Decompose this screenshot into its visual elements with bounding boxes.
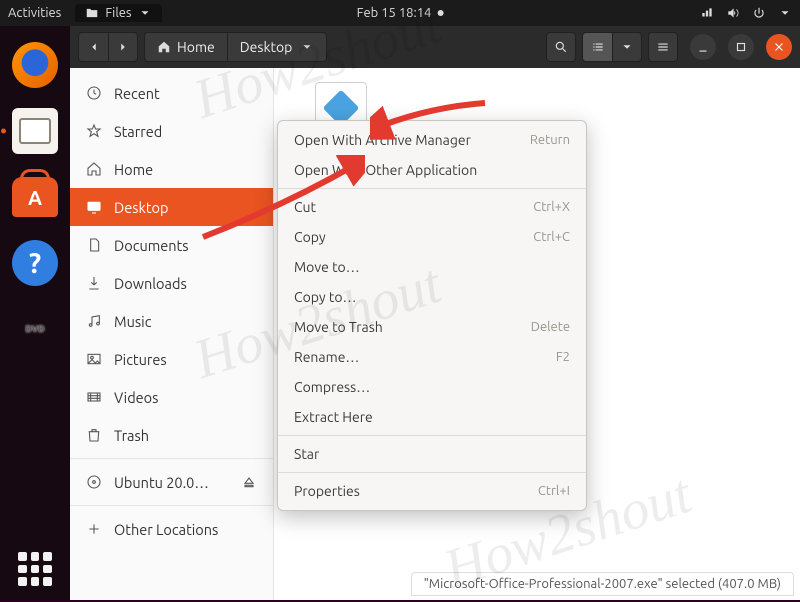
ctx-move-to-trash[interactable]: Move to TrashDelete [278,312,586,342]
network-icon [700,6,714,20]
volume-icon [726,6,740,20]
ctx-properties[interactable]: PropertiesCtrl+I [278,476,586,506]
ctx-star[interactable]: Star [278,439,586,469]
sidebar-item-home[interactable]: Home [70,150,273,188]
power-icon [752,6,766,20]
sidebar-item-pictures[interactable]: Pictures [70,340,273,378]
ctx-rename[interactable]: Rename…F2 [278,342,586,372]
ctx-extract-here[interactable]: Extract Here [278,402,586,432]
chevron-down-icon [778,6,792,20]
search-button[interactable] [546,32,576,62]
firefox-icon [12,42,58,88]
sidebar-item-videos[interactable]: Videos [70,378,273,416]
path-segment-home[interactable]: Home [144,32,228,62]
back-button[interactable] [78,32,108,62]
path-segment-desktop[interactable]: Desktop [228,32,328,62]
eject-icon[interactable] [241,474,257,490]
ctx-open-archive-manager[interactable]: Open With Archive ManagerReturn [278,125,586,155]
close-button[interactable] [766,34,792,60]
sidebar-item-documents[interactable]: Documents [70,226,273,264]
files-icon [12,108,58,154]
sidebar-item-music[interactable]: Music [70,302,273,340]
view-dropdown-button[interactable] [612,32,642,62]
app-menu-files[interactable]: Files [75,4,161,22]
dock-dvd[interactable]: DVD [10,304,60,354]
dock-files[interactable] [10,106,60,156]
dock-firefox[interactable] [10,40,60,90]
show-applications[interactable] [0,552,70,586]
places-sidebar: Recent Starred Home Desktop Documents Do… [70,68,274,600]
context-menu: Open With Archive ManagerReturn Open Wit… [277,120,587,511]
ctx-open-with-other[interactable]: Open With Other Application [278,155,586,185]
maximize-button[interactable] [728,34,754,60]
status-bar: "Microsoft-Office-Professional-2007.exe"… [411,572,794,596]
hamburger-menu-button[interactable] [648,32,678,62]
ctx-compress[interactable]: Compress… [278,372,586,402]
dock-software[interactable]: A [10,172,60,222]
sidebar-item-desktop[interactable]: Desktop [70,188,273,226]
dock-help[interactable]: ? [10,238,60,288]
sidebar-item-ubuntu-disc[interactable]: Ubuntu 20.0… [70,463,273,501]
minimize-button[interactable] [690,34,716,60]
ctx-copy[interactable]: CopyCtrl+C [278,222,586,252]
system-status-area[interactable] [700,6,792,20]
sidebar-item-starred[interactable]: Starred [70,112,273,150]
software-icon: A [12,177,58,217]
header-bar: Home Desktop [70,26,800,68]
dvd-icon: DVD [12,306,58,352]
path-bar: Home Desktop [144,32,327,62]
help-icon: ? [12,240,58,286]
ctx-move-to[interactable]: Move to… [278,252,586,282]
sidebar-item-downloads[interactable]: Downloads [70,264,273,302]
ctx-cut[interactable]: CutCtrl+X [278,192,586,222]
ubuntu-dock: A ? DVD [0,26,70,600]
view-list-button[interactable] [582,32,612,62]
sidebar-item-recent[interactable]: Recent [70,74,273,112]
sidebar-item-other-locations[interactable]: Other Locations [70,510,273,548]
forward-button[interactable] [108,32,138,62]
activities-button[interactable]: Activities [8,6,61,20]
gnome-top-panel: Activities Files Feb 15 18:14 [0,0,800,26]
clock[interactable]: Feb 15 18:14 [357,6,444,20]
sidebar-item-trash[interactable]: Trash [70,416,273,454]
ctx-copy-to[interactable]: Copy to… [278,282,586,312]
